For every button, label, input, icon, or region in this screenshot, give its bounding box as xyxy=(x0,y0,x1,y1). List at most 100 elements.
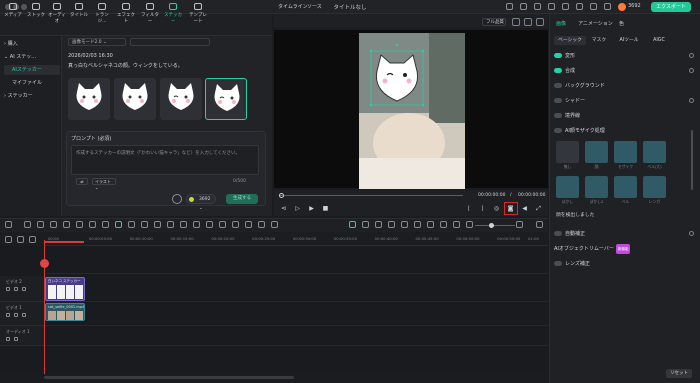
scrub-track[interactable] xyxy=(280,195,463,196)
mosaic-option-blur2[interactable] xyxy=(585,176,608,198)
stop-icon[interactable]: ■ xyxy=(322,205,329,212)
row-compositing[interactable]: 合成 xyxy=(554,66,694,76)
preview-photo[interactable] xyxy=(359,33,465,189)
mosaic-option-face[interactable] xyxy=(585,141,608,163)
lock-icon[interactable] xyxy=(14,287,18,291)
pip-icon[interactable] xyxy=(427,221,434,228)
add-track-icon[interactable] xyxy=(5,236,12,243)
ai-tool-icon[interactable] xyxy=(115,221,122,228)
subtab-ai-tools[interactable]: AIツール xyxy=(612,36,646,45)
row-shadow[interactable]: シャドー xyxy=(554,96,694,106)
timeline-settings-icon[interactable] xyxy=(536,221,543,228)
tab-animation[interactable]: アニメーション xyxy=(578,20,613,27)
eye-icon[interactable] xyxy=(22,287,26,291)
tab-stock[interactable]: ストック xyxy=(25,3,47,18)
tab-color[interactable]: 色 xyxy=(619,20,624,27)
swap-button[interactable]: ⇄ xyxy=(76,178,88,185)
folder-icon[interactable] xyxy=(6,287,10,291)
lens-correction-toggle[interactable] xyxy=(554,261,562,266)
export-button[interactable]: エクスポート xyxy=(651,2,691,12)
properties-scrollbar[interactable] xyxy=(691,130,693,190)
volume-icon[interactable]: ◀ xyxy=(521,205,528,212)
tab-filters[interactable]: フィルター xyxy=(139,3,161,24)
play-icon[interactable]: ▶ xyxy=(308,205,315,212)
tab-transition[interactable]: トランジ... xyxy=(91,3,113,24)
mark-in-icon[interactable]: ⟨ xyxy=(465,205,472,212)
crop-icon[interactable] xyxy=(89,221,96,228)
tab-stickers[interactable]: ステッカー xyxy=(162,3,184,24)
step-back-icon[interactable]: ▷ xyxy=(294,205,301,212)
redo-icon[interactable] xyxy=(50,221,57,228)
undo-icon[interactable] xyxy=(37,221,44,228)
zoom-in-icon[interactable] xyxy=(516,221,523,228)
download-icon[interactable] xyxy=(590,3,597,10)
grid-icon[interactable] xyxy=(524,18,532,26)
lock-icon[interactable] xyxy=(14,313,18,317)
bell-icon[interactable] xyxy=(576,3,583,10)
shadow-toggle[interactable] xyxy=(554,98,562,103)
fit-icon[interactable] xyxy=(512,18,520,26)
speed-icon[interactable] xyxy=(128,221,135,228)
mode-dropdown[interactable]: 画像モード2.0 ⌄ xyxy=(68,38,126,46)
mosaic-option-brick[interactable] xyxy=(643,176,666,198)
avatar-icon[interactable] xyxy=(604,3,611,10)
preview-quality-icon[interactable] xyxy=(453,221,460,228)
transform-toggle[interactable] xyxy=(554,53,562,58)
zoom-slider[interactable] xyxy=(475,225,515,226)
subtab-mask[interactable]: マスク xyxy=(588,36,610,45)
scrub-knob[interactable] xyxy=(279,193,284,198)
link-icon[interactable] xyxy=(17,236,24,243)
gift-icon[interactable] xyxy=(506,3,513,10)
tab-audio[interactable]: オーディオ xyxy=(46,3,68,24)
video-clip[interactable]: cat_selfie_0001.mp4 xyxy=(45,303,85,321)
keyframe-icon[interactable] xyxy=(206,221,213,228)
style-dropdown[interactable]: イラスト ⌄ xyxy=(92,178,116,190)
motion-icon[interactable] xyxy=(232,221,239,228)
border-toggle[interactable] xyxy=(554,113,562,118)
mask-tool-icon[interactable] xyxy=(193,221,200,228)
sticker-result-3[interactable] xyxy=(160,78,202,120)
mosaic-option-none[interactable] xyxy=(556,141,579,163)
timeline-scrollbar[interactable] xyxy=(44,376,294,379)
row-border[interactable]: 境界線 xyxy=(554,111,694,121)
sidebar-item-stickers[interactable]: › ステッカー xyxy=(4,91,60,101)
tab-image[interactable]: 画像 xyxy=(556,20,566,27)
tab-templates[interactable]: テンプレート xyxy=(187,3,209,24)
select-icon[interactable] xyxy=(24,221,31,228)
color-icon[interactable] xyxy=(141,221,148,228)
tab-timeline-preview[interactable]: タイムライン xyxy=(278,3,308,10)
sticker-clip[interactable]: 白いネコ ステッカー xyxy=(45,277,85,301)
stabilize-icon[interactable] xyxy=(219,221,226,228)
marker-icon[interactable] xyxy=(362,221,369,228)
freeze-icon[interactable] xyxy=(154,221,161,228)
reset-button[interactable]: リセット xyxy=(666,369,692,378)
playhead-handle[interactable] xyxy=(40,259,49,268)
lock-icon[interactable] xyxy=(14,337,18,341)
subtab-basic[interactable]: ベーシック xyxy=(554,36,586,45)
snap-icon[interactable] xyxy=(401,221,408,228)
background-toggle[interactable] xyxy=(554,83,562,88)
sticker-result-4-selected[interactable] xyxy=(205,78,247,120)
mosaic-option-bell-large[interactable] xyxy=(643,141,666,163)
transition-tool-icon[interactable] xyxy=(167,221,174,228)
display-icon[interactable]: ◎ xyxy=(493,205,500,212)
reset-icon[interactable] xyxy=(689,53,694,58)
sidebar-item-ai-sticker-group[interactable]: ⌄ AI ステッ... xyxy=(4,52,60,62)
subtab-aigc[interactable]: AIGC xyxy=(648,36,670,45)
sticker-result-1[interactable] xyxy=(68,78,110,120)
face-mosaic-toggle[interactable] xyxy=(554,128,562,133)
tab-effects[interactable]: エフェクト xyxy=(115,3,137,24)
work-area-range[interactable] xyxy=(44,241,84,243)
sticker-result-2[interactable] xyxy=(114,78,156,120)
sidebar-item-purchase[interactable]: › 購入 xyxy=(4,39,60,49)
reset-icon[interactable] xyxy=(689,231,694,236)
sidebar-item-ai-sticker[interactable]: AIステッカー xyxy=(4,65,60,75)
audio-tool-icon[interactable] xyxy=(180,221,187,228)
voice-icon[interactable] xyxy=(375,221,382,228)
mosaic-option-bell[interactable] xyxy=(614,176,637,198)
filter-dropdown[interactable] xyxy=(130,38,210,46)
ripple-icon[interactable] xyxy=(414,221,421,228)
row-ai-object-remover[interactable]: AIオブジェクトリムーバー 新機能 xyxy=(554,244,694,254)
credits-info-icon[interactable] xyxy=(172,194,182,204)
reset-icon[interactable] xyxy=(689,68,694,73)
